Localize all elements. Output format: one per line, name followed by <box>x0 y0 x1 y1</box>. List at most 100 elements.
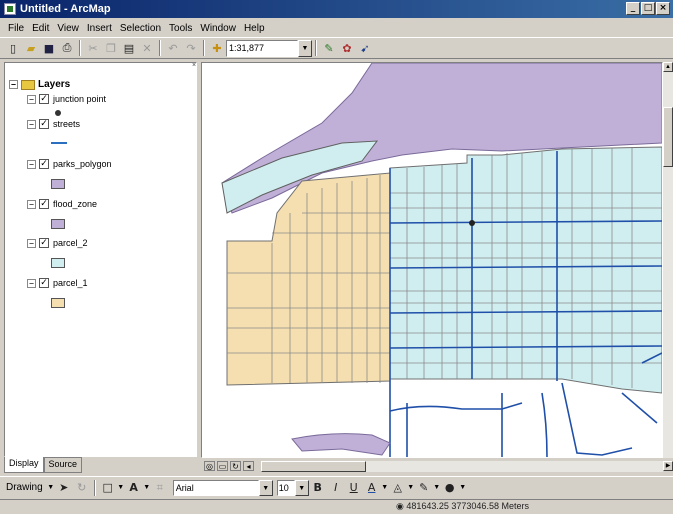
collapse-icon[interactable]: − <box>27 159 36 169</box>
chevron-down-icon[interactable]: ▼ <box>294 479 309 496</box>
refresh-icon[interactable]: ↻ <box>230 461 241 471</box>
menu-insert[interactable]: Insert <box>83 23 116 34</box>
undo-icon[interactable]: ↶ <box>164 39 182 57</box>
scroll-up-icon[interactable]: ▲ <box>663 62 673 72</box>
add-data-icon[interactable]: ✚ <box>208 39 226 57</box>
fill-color-icon[interactable]: ◬ <box>389 479 407 497</box>
layer-visibility-checkbox[interactable]: ✓ <box>39 278 49 288</box>
layer-streets[interactable]: − ✓ streets <box>27 119 80 129</box>
chevron-down-icon[interactable]: ▼ <box>433 484 441 491</box>
horizontal-scrollbar[interactable] <box>261 461 663 472</box>
collapse-icon[interactable]: − <box>9 80 18 89</box>
menu-file[interactable]: File <box>4 23 28 34</box>
layer-visibility-checkbox[interactable]: ✓ <box>39 119 49 129</box>
layer-visibility-checkbox[interactable]: ✓ <box>39 238 49 248</box>
chevron-down-icon[interactable]: ▼ <box>407 484 415 491</box>
layer-flood-zone[interactable]: − ✓ flood_zone <box>27 199 97 209</box>
chevron-down-icon[interactable]: ▼ <box>459 484 467 491</box>
polygon-symbol-icon[interactable] <box>51 298 65 308</box>
font-name-select[interactable]: Arial <box>172 479 259 496</box>
toolbar-separator <box>315 40 317 56</box>
delete-icon[interactable]: ✕ <box>138 39 156 57</box>
rectangle-icon[interactable]: □ <box>99 479 117 497</box>
scroll-right-icon[interactable]: ▶ <box>663 461 673 471</box>
layers-data-frame[interactable]: − Layers <box>9 79 70 90</box>
tab-source[interactable]: Source <box>43 457 83 473</box>
parcel-2-area[interactable] <box>389 146 662 394</box>
arctoolbox-icon[interactable]: ✿ <box>338 39 356 57</box>
pause-drawing-icon[interactable]: ◂ <box>243 461 254 471</box>
map-scale-input[interactable]: 1:31,877 <box>226 39 298 57</box>
map-canvas[interactable] <box>202 63 662 457</box>
font-size-select[interactable]: 10 <box>276 479 295 496</box>
chevron-down-icon[interactable]: ▼ <box>117 484 125 491</box>
whats-this-icon[interactable]: ➹ <box>356 39 374 57</box>
toc-tabs: Display Source <box>4 457 83 473</box>
chevron-down-icon[interactable]: ▼ <box>298 39 312 57</box>
collapse-icon[interactable]: − <box>27 94 36 104</box>
close-button[interactable]: × <box>656 2 670 15</box>
paste-icon[interactable]: ▤ <box>120 39 138 57</box>
copy-icon[interactable]: ❐ <box>102 39 120 57</box>
tab-display[interactable]: Display <box>4 457 44 473</box>
redo-icon[interactable]: ↷ <box>182 39 200 57</box>
open-folder-icon[interactable]: ▰ <box>22 39 40 57</box>
collapse-icon[interactable]: − <box>27 119 36 129</box>
menu-bar: File Edit View Insert Selection Tools Wi… <box>0 20 269 36</box>
print-icon[interactable]: ⎙ <box>58 39 76 57</box>
chevron-down-icon[interactable]: ▼ <box>381 484 389 491</box>
polygon-symbol-icon[interactable] <box>51 179 65 189</box>
rotate-icon[interactable]: ↻ <box>73 479 91 497</box>
toolbar-separator <box>93 479 96 496</box>
layer-visibility-checkbox[interactable]: ✓ <box>39 94 49 104</box>
chevron-down-icon[interactable]: ▼ <box>258 479 273 496</box>
drawing-menu[interactable]: Drawing <box>6 482 43 493</box>
layer-parcel-2[interactable]: − ✓ parcel_2 <box>27 238 88 248</box>
map-scale-combo[interactable]: 1:31,877 ▼ <box>226 39 312 57</box>
horizontal-scroll-thumb[interactable] <box>261 461 366 472</box>
menu-help[interactable]: Help <box>240 23 269 34</box>
vertical-scrollbar[interactable]: ▲ <box>663 62 673 458</box>
line-symbol-icon[interactable] <box>51 142 67 144</box>
new-document-icon[interactable]: ▯ <box>4 39 22 57</box>
menu-selection[interactable]: Selection <box>116 23 165 34</box>
layer-parcel-1[interactable]: − ✓ parcel_1 <box>27 278 88 288</box>
bold-icon[interactable]: B <box>309 479 327 497</box>
minimize-button[interactable]: _ <box>626 2 640 15</box>
flood-zone-polygon[interactable] <box>291 433 391 456</box>
chevron-down-icon[interactable]: ▼ <box>47 484 55 491</box>
menu-view[interactable]: View <box>53 23 83 34</box>
select-elements-icon[interactable]: ➤ <box>55 479 73 497</box>
cut-icon[interactable]: ✂ <box>84 39 102 57</box>
layer-junction-point[interactable]: − ✓ junction point <box>27 94 106 104</box>
menu-window[interactable]: Window <box>196 23 240 34</box>
layout-view-icon[interactable]: ▭ <box>217 461 228 471</box>
collapse-icon[interactable]: − <box>27 238 36 248</box>
maximize-button[interactable]: □ <box>641 2 655 15</box>
layer-visibility-checkbox[interactable]: ✓ <box>39 199 49 209</box>
font-color-icon[interactable]: A <box>363 479 381 497</box>
editor-toolbar-icon[interactable]: ✎ <box>320 39 338 57</box>
line-color-icon[interactable]: ✎ <box>415 479 433 497</box>
map-display[interactable] <box>201 62 663 458</box>
point-symbol-icon[interactable] <box>55 110 61 116</box>
new-text-icon[interactable]: A <box>125 479 143 497</box>
edit-vertices-icon[interactable]: ⌗ <box>151 479 169 497</box>
junction-point-marker[interactable] <box>469 220 475 226</box>
collapse-icon[interactable]: − <box>27 278 36 288</box>
polygon-symbol-icon[interactable] <box>51 219 65 229</box>
chevron-down-icon[interactable]: ▼ <box>143 484 151 491</box>
layer-visibility-checkbox[interactable]: ✓ <box>39 159 49 169</box>
data-view-icon[interactable]: ◎ <box>204 461 215 471</box>
menu-tools[interactable]: Tools <box>165 23 196 34</box>
collapse-icon[interactable]: − <box>27 199 36 209</box>
save-icon[interactable]: ■ <box>40 39 58 57</box>
italic-icon[interactable]: I <box>327 479 345 497</box>
marker-color-icon[interactable]: ● <box>441 479 459 497</box>
layer-parks-polygon[interactable]: − ✓ parks_polygon <box>27 159 112 169</box>
close-icon[interactable]: × <box>190 62 198 70</box>
menu-edit[interactable]: Edit <box>28 23 53 34</box>
underline-icon[interactable]: U <box>345 479 363 497</box>
polygon-symbol-icon[interactable] <box>51 258 65 268</box>
vertical-scroll-thumb[interactable] <box>663 107 673 167</box>
